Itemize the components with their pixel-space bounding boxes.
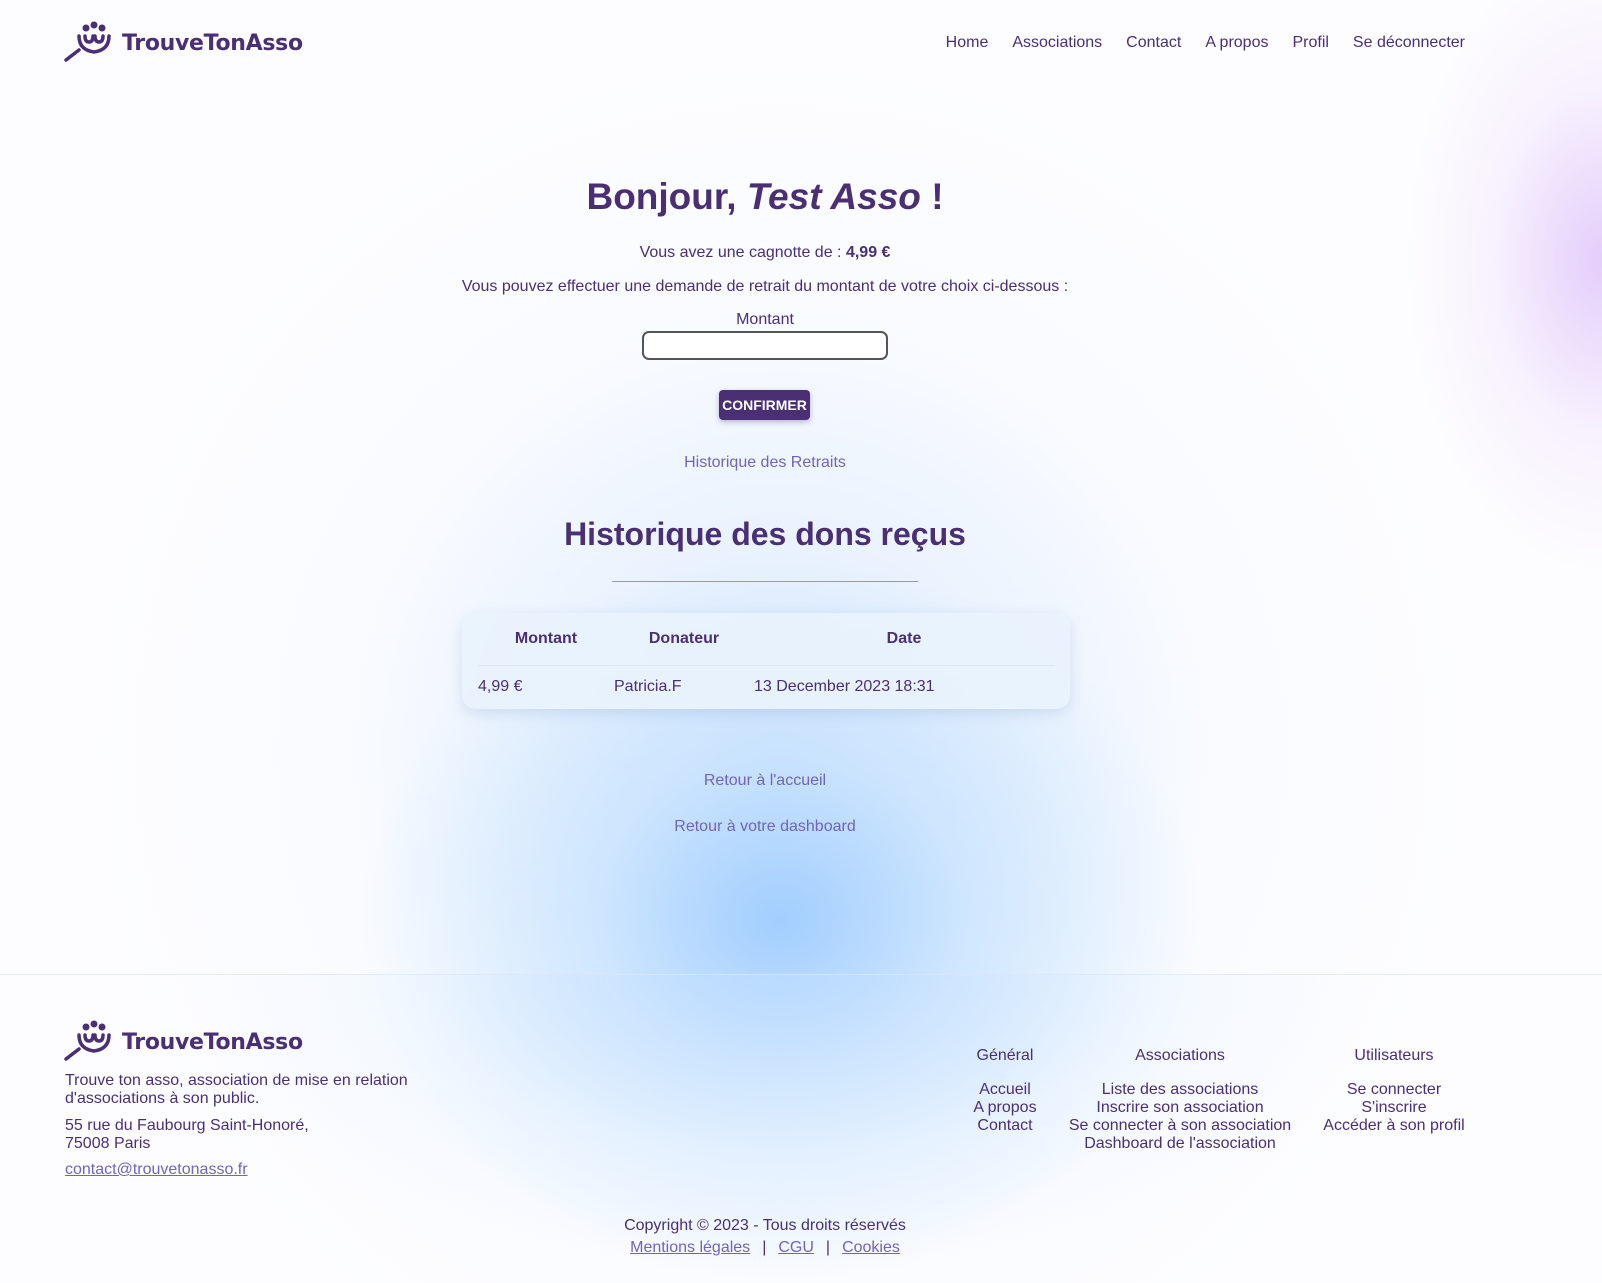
confirm-button[interactable]: CONFIRMER <box>719 390 810 420</box>
nav-about[interactable]: A propos <box>1205 34 1268 52</box>
footer-column-title: Général <box>976 1047 1034 1064</box>
footer-description: Trouve ton asso, association de mise en … <box>65 1072 408 1107</box>
footer-link-about[interactable]: A propos <box>960 1099 1050 1117</box>
footer-address: 55 rue du Faubourg Saint-Honoré, 75008 P… <box>65 1117 309 1153</box>
cookies-link[interactable]: Cookies <box>842 1239 900 1256</box>
footer-link-association-login[interactable]: Se connecter à son association <box>1064 1117 1296 1135</box>
site-footer: TrouveTonAsso Trouve ton asso, associati… <box>0 974 1602 1283</box>
legal-notice-link[interactable]: Mentions légales <box>630 1239 750 1256</box>
footer-column-title: Associations <box>1135 1047 1225 1064</box>
divider <box>612 581 918 582</box>
cell-amount: 4,99 € <box>478 678 523 696</box>
legal-links: Mentions légales | CGU | Cookies <box>0 1239 1530 1257</box>
table-header-row: Montant Donateur Date <box>478 613 1054 666</box>
footer-link-home[interactable]: Accueil <box>960 1081 1050 1099</box>
copyright: Copyright © 2023 - Tous droits réservés <box>624 1217 906 1234</box>
logo-icon <box>64 20 118 67</box>
association-name: Test Asso <box>746 176 921 217</box>
logo-icon <box>64 1019 118 1066</box>
nav-home[interactable]: Home <box>946 34 989 52</box>
footer-column-title: Utilisateurs <box>1354 1047 1434 1064</box>
footer-column-associations: Associations Liste des associations Insc… <box>1064 1047 1296 1153</box>
column-header-donor: Donateur <box>614 613 754 666</box>
table-row: 4,99 € Patricia.F 13 December 2023 18:31 <box>478 665 1054 709</box>
separator: | <box>825 1239 831 1256</box>
cell-date: 13 December 2023 18:31 <box>754 678 935 696</box>
back-dashboard-link[interactable]: Retour à votre dashboard <box>0 818 1530 836</box>
withdrawal-instruction: Vous pouvez effectuer une demande de ret… <box>461 278 1069 295</box>
footer-link-signup[interactable]: S'inscrire <box>1318 1099 1470 1117</box>
footer-link-login[interactable]: Se connecter <box>1318 1081 1470 1099</box>
footer-link-association-dashboard[interactable]: Dashboard de l'association <box>1064 1135 1296 1153</box>
footer-link-contact[interactable]: Contact <box>960 1117 1050 1135</box>
donations-table-card: Montant Donateur Date 4,99 € Patricia.F … <box>462 613 1070 709</box>
site-header: TrouveTonAsso Home Associations Contact … <box>0 0 1602 90</box>
separator: | <box>762 1239 767 1256</box>
main-nav: Home Associations Contact A propos Profi… <box>946 34 1465 52</box>
nav-profile[interactable]: Profil <box>1292 34 1328 52</box>
footer-link-association-list[interactable]: Liste des associations <box>1064 1081 1296 1099</box>
nav-associations[interactable]: Associations <box>1012 34 1102 52</box>
column-header-amount: Montant <box>478 613 614 666</box>
balance-label: Vous avez une cagnotte de : <box>639 244 842 261</box>
footer-column-users: Utilisateurs Se connecter S'inscrire Acc… <box>1318 1047 1470 1135</box>
column-header-date: Date <box>754 613 1054 666</box>
address-line-2: 75008 Paris <box>65 1135 151 1152</box>
footer-email-link[interactable]: contact@trouvetonasso.fr <box>65 1161 248 1179</box>
balance-text: Vous avez une cagnotte de : 4,99 € <box>0 244 1530 262</box>
footer-logo-link[interactable]: TrouveTonAsso <box>64 1019 303 1066</box>
footer-link-register-association[interactable]: Inscrire son association <box>1064 1099 1296 1117</box>
cgu-link[interactable]: CGU <box>778 1239 814 1256</box>
amount-label: Montant <box>736 311 794 328</box>
address-line-1: 55 rue du Faubourg Saint-Honoré, <box>65 1117 309 1134</box>
amount-input[interactable] <box>642 331 888 360</box>
footer-logo-text: TrouveTonAsso <box>122 1030 303 1055</box>
footer-column-general: Général Accueil A propos Contact <box>960 1047 1050 1135</box>
logo-link[interactable]: TrouveTonAsso <box>64 20 303 67</box>
cell-donor: Patricia.F <box>614 678 682 696</box>
footer-link-profile[interactable]: Accéder à son profil <box>1318 1117 1470 1135</box>
back-home-link[interactable]: Retour à l'accueil <box>0 772 1530 790</box>
balance-amount: 4,99 € <box>845 244 891 261</box>
greeting-suffix: ! <box>931 176 944 217</box>
donations-title: Historique des dons reçus <box>564 516 966 552</box>
nav-contact[interactable]: Contact <box>1126 34 1181 52</box>
logo-text: TrouveTonAsso <box>122 31 303 56</box>
withdrawal-history-link[interactable]: Historique des Retraits <box>0 454 1530 472</box>
page-title: Bonjour, Test Asso ! <box>0 176 1530 218</box>
donations-table: Montant Donateur Date 4,99 € Patricia.F … <box>478 613 1054 709</box>
greeting-prefix: Bonjour, <box>586 176 737 217</box>
nav-logout[interactable]: Se déconnecter <box>1353 34 1465 52</box>
